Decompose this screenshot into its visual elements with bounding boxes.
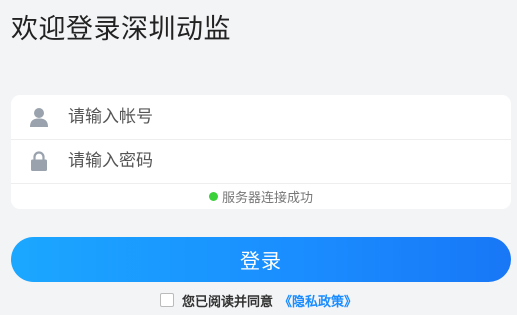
user-icon [29,106,49,128]
status-dot-icon [208,191,218,201]
username-field-row [11,95,511,140]
page-title: 欢迎登录深圳动监 [11,14,231,45]
privacy-agreement: 您已阅读并同意 《隐私政策》 [0,290,517,310]
status-text: 服务器连接成功 [221,190,313,206]
password-field-row [11,139,511,184]
agreement-text: 您已阅读并同意 [181,294,273,310]
connection-status: 服务器连接成功 [11,185,511,207]
privacy-policy-link[interactable]: 《隐私政策》 [279,291,357,310]
login-form-card: 服务器连接成功 [11,95,511,209]
agreement-checkbox[interactable] [159,293,174,307]
password-input[interactable] [66,145,490,177]
lock-icon [29,150,49,172]
login-button[interactable]: 登录 [11,237,511,282]
username-input[interactable] [66,101,490,133]
